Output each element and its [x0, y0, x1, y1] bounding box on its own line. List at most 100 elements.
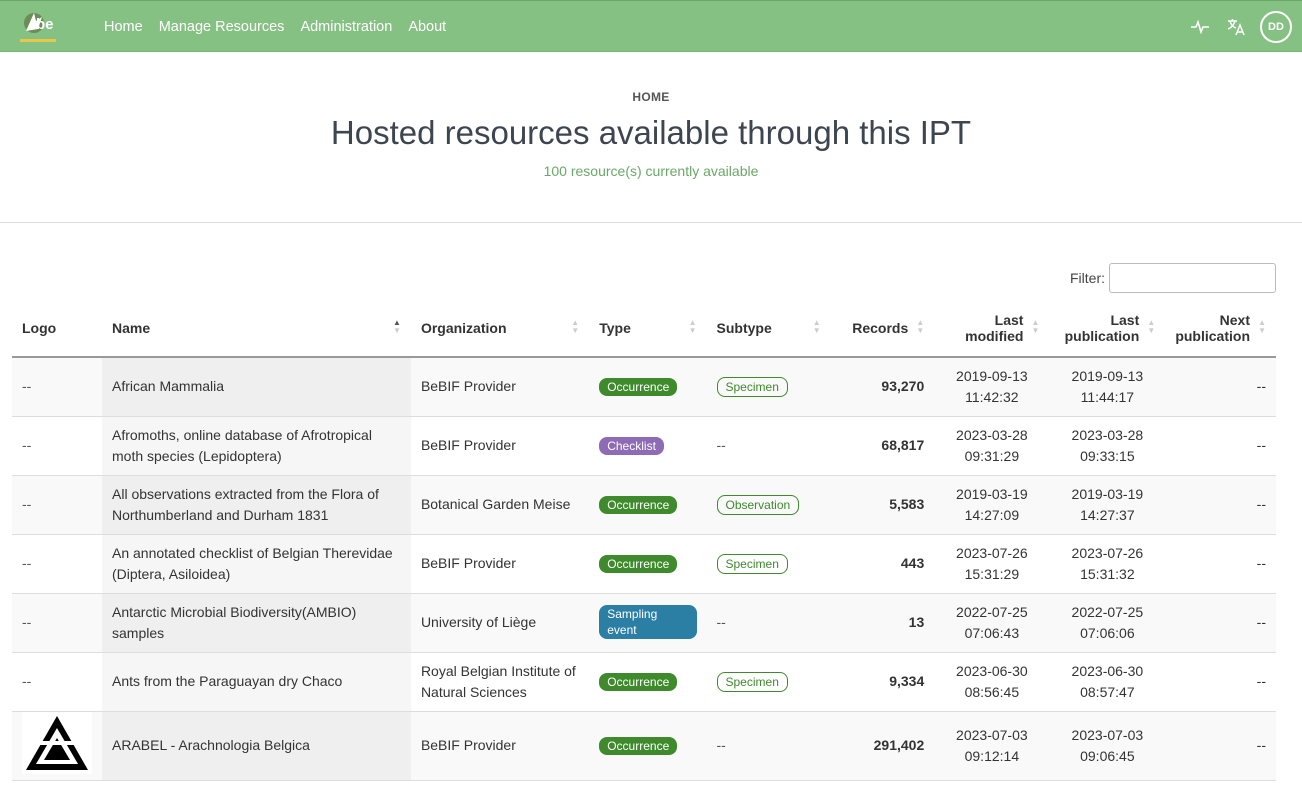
nav-manage-resources[interactable]: Manage Resources [159, 19, 285, 35]
last-publication-cell: 2023-06-30 08:57:47 [1049, 652, 1166, 712]
records-cell: 93,270 [830, 357, 935, 417]
table-row[interactable]: -- African Mammalia BeBIF Provider Occurren… [12, 357, 1276, 417]
resource-link[interactable]: Afromoths, online database of Afrotropic… [112, 427, 372, 464]
last-modified-cell: 2019-03-19 14:27:09 [934, 475, 1050, 535]
records-cell: 291,402 [830, 711, 935, 781]
type-badge: Occurrence [599, 496, 678, 514]
next-publication-cell: -- [1165, 593, 1276, 653]
page-title: Hosted resources available through this … [330, 114, 972, 151]
subtype-cell: Observation [706, 475, 831, 535]
type-cell: Occurrence [589, 711, 707, 781]
table-row[interactable]: -- Afromoths, online database of Afrotrop… [12, 416, 1276, 476]
table-row[interactable]: -- Ants from the Paraguayan dry Chaco Roya… [12, 652, 1276, 712]
resource-link[interactable]: Antarctic Microbial Biodiversity(AMBIO) … [112, 604, 356, 641]
filter-input[interactable] [1109, 263, 1276, 293]
col-last-modified[interactable]: Last modified ▲ ▼ [934, 300, 1050, 358]
table-row[interactable]: -- Antarctic Microbial Biodiversity(AMBIO… [12, 593, 1276, 653]
sort-icon: ▲ ▼ [1031, 318, 1040, 335]
records-cell: 9,334 [830, 652, 935, 712]
main-nav: Home Manage Resources Administration Abo… [104, 1, 462, 53]
user-avatar[interactable]: DD [1260, 11, 1292, 43]
last-modified-cell: 2023-07-03 09:12:14 [934, 711, 1050, 781]
table-row[interactable]: ARABEL - Arachnologia Belgica BeBIF Provi… [12, 711, 1276, 781]
name-cell[interactable]: ARABEL - Arachnologia Belgica [102, 711, 411, 781]
logo-cell: -- [12, 416, 102, 476]
last-modified-cell: 2023-06-30 08:56:45 [934, 652, 1050, 712]
organization-cell: Botanical Garden Meise [410, 475, 590, 535]
resource-count: 100 resource(s) currently available [543, 163, 759, 179]
filter-label: Filter: [1070, 270, 1105, 286]
name-cell[interactable]: Antarctic Microbial Biodiversity(AMBIO) … [102, 593, 411, 653]
type-badge: Occurrence [599, 555, 678, 573]
resource-link[interactable]: Ants from the Paraguayan dry Chaco [112, 673, 342, 689]
last-publication-cell: 2022-07-25 07:06:06 [1049, 593, 1166, 653]
nav-about[interactable]: About [408, 19, 446, 35]
sort-asc-icon: ▲ ▼ [393, 318, 401, 335]
col-last-publication[interactable]: Last publication ▲ ▼ [1049, 300, 1166, 358]
subtype-badge: Specimen [716, 672, 788, 692]
organization-cell: Royal Belgian Institute of Natural Scien… [410, 652, 590, 712]
table-row[interactable]: -- All observations extracted from the Fl… [12, 475, 1276, 535]
name-cell[interactable]: An annotated checklist of Belgian Therev… [102, 534, 411, 594]
records-cell: 68,817 [830, 416, 935, 476]
col-subtype[interactable]: Subtype ▲ ▼ [706, 300, 831, 358]
col-next-publication[interactable]: Next publication ▲ ▼ [1165, 300, 1276, 358]
col-organization[interactable]: Organization ▲ ▼ [410, 300, 590, 358]
col-records[interactable]: Records ▲ ▼ [830, 300, 935, 358]
type-cell: Occurrence [589, 357, 707, 417]
logo-cell: -- [12, 593, 102, 653]
sort-icon: ▲ ▼ [1258, 318, 1266, 335]
resources-tbody: -- African Mammalia BeBIF Provider Occurren… [12, 357, 1276, 781]
translate-icon[interactable] [1224, 15, 1248, 39]
organization-cell: University of Liège [410, 593, 590, 653]
last-modified-cell: 2023-07-26 15:31:29 [934, 534, 1050, 594]
resource-link[interactable]: All observations extracted from the Flor… [112, 486, 379, 523]
subtype-cell: -- [706, 416, 831, 476]
last-modified-cell: 2019-09-13 11:42:32 [934, 357, 1050, 417]
subtype-cell: Specimen [706, 652, 831, 712]
organization-cell: BeBIF Provider [410, 534, 590, 594]
type-cell: Sampling event [589, 593, 707, 653]
table-row[interactable]: -- An annotated checklist of Belgian Ther… [12, 534, 1276, 594]
nav-home[interactable]: Home [104, 19, 143, 35]
organization-cell: BeBIF Provider [410, 711, 590, 781]
col-logo: Logo [12, 300, 102, 358]
last-modified-cell: 2022-07-25 07:06:43 [934, 593, 1050, 653]
nav-administration[interactable]: Administration [300, 19, 392, 35]
subtype-badge: Observation [716, 495, 800, 515]
last-modified-cell: 2023-03-28 09:31:29 [934, 416, 1050, 476]
last-publication-cell: 2023-07-03 09:06:45 [1049, 711, 1166, 781]
sort-icon: ▲ ▼ [1147, 318, 1156, 335]
resource-link[interactable]: African Mammalia [112, 378, 224, 394]
records-cell: 5,583 [830, 475, 935, 535]
next-publication-cell: -- [1165, 357, 1276, 417]
name-cell[interactable]: Afromoths, online database of Afrotropic… [102, 416, 411, 476]
type-badge: Occurrence [599, 737, 678, 755]
sort-icon: ▲ ▼ [812, 318, 821, 335]
name-cell[interactable]: Ants from the Paraguayan dry Chaco [102, 652, 411, 712]
next-publication-cell: -- [1165, 652, 1276, 712]
next-publication-cell: -- [1165, 534, 1276, 594]
resource-link[interactable]: An annotated checklist of Belgian Therev… [112, 545, 393, 582]
last-publication-cell: 2023-07-26 15:31:32 [1049, 534, 1166, 594]
logo-cell: -- [12, 475, 102, 535]
subtype-cell: -- [706, 593, 831, 653]
type-cell: Occurrence [589, 534, 707, 594]
next-publication-cell: -- [1165, 416, 1276, 476]
col-name[interactable]: Name ▲ ▼ [102, 300, 411, 358]
pulse-icon[interactable] [1188, 15, 1212, 39]
col-type[interactable]: Type ▲ ▼ [589, 300, 707, 358]
logo-text: be [36, 16, 54, 33]
next-publication-cell: -- [1165, 711, 1276, 781]
type-cell: Checklist [589, 416, 707, 476]
name-cell[interactable]: African Mammalia [102, 357, 411, 417]
type-cell: Occurrence [589, 475, 707, 535]
organization-cell: BeBIF Provider [410, 357, 590, 417]
resource-link[interactable]: ARABEL - Arachnologia Belgica [112, 737, 310, 753]
bebif-logo[interactable]: be [20, 9, 60, 45]
sort-icon: ▲ ▼ [916, 318, 925, 335]
table-filter: Filter: [1070, 263, 1276, 293]
type-cell: Occurrence [589, 652, 707, 712]
arabel-logo-icon [22, 711, 92, 774]
name-cell[interactable]: All observations extracted from the Flor… [102, 475, 411, 535]
